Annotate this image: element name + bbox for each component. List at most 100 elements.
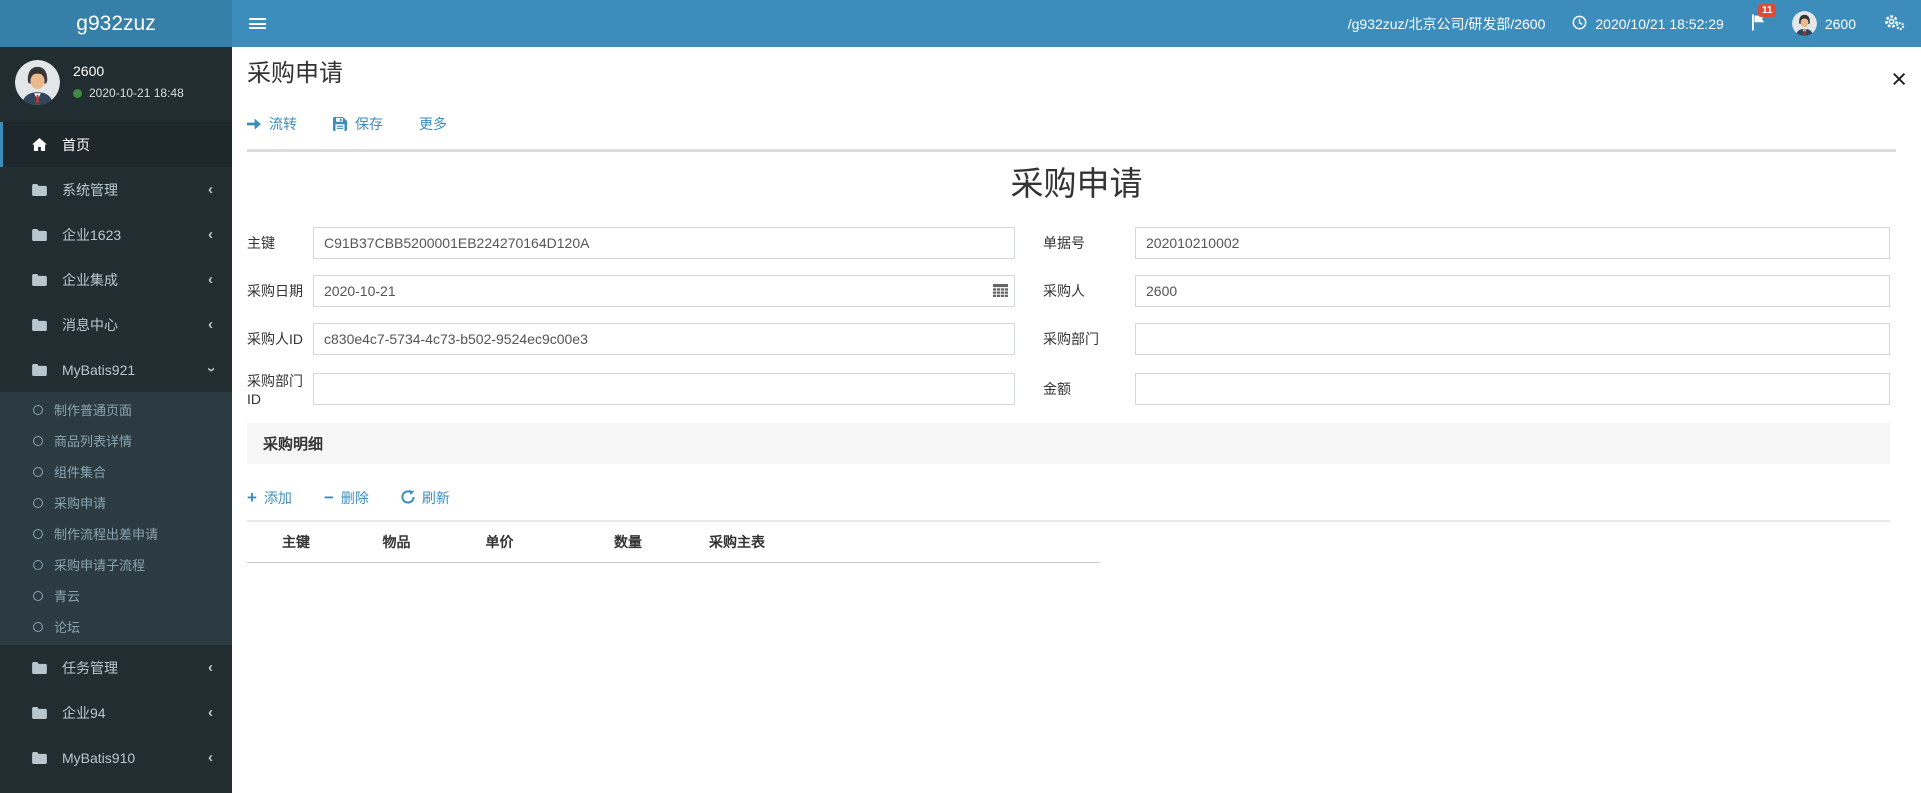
main-content: 采购申请 × 流转 保存 更多 采购申请 主键 C91B37CBB5200001… <box>232 47 1921 793</box>
doc-number-field[interactable] <box>1135 227 1890 259</box>
calendar-icon[interactable] <box>993 284 1008 301</box>
purchase-dept-field[interactable] <box>1135 323 1890 355</box>
sidebar-toggle-button[interactable] <box>232 0 283 47</box>
chevron-left-icon: ‹ <box>208 180 213 198</box>
primary-key-field[interactable] <box>313 227 1015 259</box>
app-window: g932zuz /g932zuz/北京公司/研发部/2600 2020/10/2… <box>0 0 1921 793</box>
toolbar-label: 流转 <box>269 116 297 132</box>
user-menu-button[interactable]: 2600 <box>1791 11 1856 36</box>
delete-row-button[interactable]: − 删除 <box>324 488 369 508</box>
column-header-master-table: 采购主表 <box>709 534 765 550</box>
purchaser-id-field[interactable] <box>313 323 1015 355</box>
content-header: 采购申请 × <box>232 47 1921 93</box>
refresh-button[interactable]: 刷新 <box>401 488 450 508</box>
field-label-purchase-dept-id: 采购部门ID <box>247 373 303 407</box>
submenu-item-qingyun[interactable]: 青云 <box>0 580 232 611</box>
button-label: 删除 <box>340 490 369 506</box>
field-label-purchase-date: 采购日期 <box>247 283 303 299</box>
submenu-item-purchase-subflow[interactable]: 采购申请子流程 <box>0 549 232 580</box>
hamburger-icon <box>249 16 266 32</box>
save-icon <box>333 117 347 131</box>
breadcrumb: /g932zuz/北京公司/研发部/2600 <box>1347 15 1546 32</box>
close-icon[interactable]: × <box>1891 66 1907 93</box>
sidebar-item-enterprise-94[interactable]: 企业94 ‹ <box>0 690 232 735</box>
purchase-dept-id-field[interactable] <box>313 373 1015 405</box>
sidebar-item-system-mgmt[interactable]: 系统管理 ‹ <box>0 167 232 212</box>
arrow-right-icon <box>247 118 261 131</box>
field-label-primary-key: 主键 <box>247 235 275 251</box>
column-header-unit-price: 单价 <box>485 534 514 550</box>
save-button[interactable]: 保存 <box>333 114 383 134</box>
circle-icon <box>33 621 43 632</box>
button-label: 刷新 <box>421 490 450 506</box>
chevron-down-icon: ‹ <box>202 366 219 372</box>
folder-icon <box>32 318 54 331</box>
folder-icon <box>32 183 54 196</box>
submenu-item-business-trip-flow[interactable]: 制作流程出差申请 <box>0 518 232 549</box>
detail-grid-header: 主键 物品 单价 数量 采购主表 <box>247 522 1100 563</box>
submenu-item-label: 商品列表详情 <box>54 434 133 449</box>
app-logo[interactable]: g932zuz <box>0 0 232 47</box>
sidebar-item-label: 系统管理 <box>62 181 118 198</box>
flow-transfer-button[interactable]: 流转 <box>247 114 297 134</box>
column-header-primary-key: 主键 <box>282 534 310 550</box>
add-row-button[interactable]: + 添加 <box>247 488 292 508</box>
folder-icon <box>32 228 54 241</box>
minus-icon: − <box>323 488 334 507</box>
sidebar-menu: 首页 系统管理 ‹ 企业1623 ‹ 企业集成 ‹ 消息中心 ‹ MyBatis… <box>0 122 232 780</box>
form-row: 采购部门ID 金额 <box>247 371 1890 407</box>
sidebar-status-time: 2020-10-21 18:48 <box>89 86 184 100</box>
form-toolbar: 流转 保存 更多 <box>232 114 1921 134</box>
submenu-item-make-normal-page[interactable]: 制作普通页面 <box>0 394 232 425</box>
sidebar-item-message-center[interactable]: 消息中心 ‹ <box>0 302 232 347</box>
sidebar-item-label: 企业集成 <box>62 271 118 288</box>
chevron-left-icon: ‹ <box>208 703 213 721</box>
toolbar-label: 保存 <box>355 116 383 132</box>
folder-icon <box>32 751 54 764</box>
sidebar-item-mybatis921[interactable]: MyBatis921 ‹ <box>0 347 232 392</box>
gears-icon <box>1883 13 1905 34</box>
more-button[interactable]: 更多 <box>419 114 447 134</box>
column-header-quantity: 数量 <box>614 534 642 550</box>
sidebar-item-mybatis910[interactable]: MyBatis910 ‹ <box>0 735 232 780</box>
detail-toolbar: + 添加 − 删除 刷新 <box>247 488 1921 508</box>
submenu-item-label: 青云 <box>54 589 81 604</box>
amount-field[interactable] <box>1135 373 1890 405</box>
notifications-button[interactable]: 11 <box>1751 3 1777 34</box>
chevron-left-icon: ‹ <box>208 270 213 288</box>
sidebar-user-status[interactable]: 2020-10-21 18:48 <box>73 86 184 100</box>
submenu-item-goods-list-detail[interactable]: 商品列表详情 <box>0 425 232 456</box>
sidebar-item-enterprise-1623[interactable]: 企业1623 ‹ <box>0 212 232 257</box>
purchaser-field[interactable] <box>1135 275 1890 307</box>
submenu-item-label: 论坛 <box>54 620 81 635</box>
chevron-left-icon: ‹ <box>208 658 213 676</box>
button-label: 添加 <box>263 490 292 506</box>
submenu-item-component-collection[interactable]: 组件集合 <box>0 456 232 487</box>
submenu-item-label: 制作普通页面 <box>54 403 133 418</box>
circle-icon <box>33 590 43 601</box>
column-header-item: 物品 <box>382 534 411 550</box>
purchase-date-field[interactable] <box>313 275 1015 307</box>
form-title: 采购申请 <box>1010 165 1143 202</box>
form-row: 主键 单据号 <box>247 227 1890 259</box>
folder-icon <box>32 273 54 286</box>
sidebar-item-enterprise-integration[interactable]: 企业集成 ‹ <box>0 257 232 302</box>
folder-icon <box>32 706 54 719</box>
field-label-purchaser-id: 采购人ID <box>247 331 303 347</box>
field-label-purchaser: 采购人 <box>1043 283 1085 299</box>
sidebar-item-label: 任务管理 <box>62 659 118 676</box>
submenu-item-forum[interactable]: 论坛 <box>0 611 232 642</box>
sidebar-submenu-mybatis921: 制作普通页面 商品列表详情 组件集合 采购申请 制作流程出差申请 采购申请子流程… <box>0 392 232 645</box>
navbar-username: 2600 <box>1824 15 1856 32</box>
sidebar-item-home[interactable]: 首页 <box>0 122 232 167</box>
submenu-item-label: 制作流程出差申请 <box>54 527 159 542</box>
circle-icon <box>33 466 43 477</box>
sidebar-item-label: 企业1623 <box>62 226 122 243</box>
circle-icon <box>33 528 43 539</box>
settings-button[interactable] <box>1883 13 1905 34</box>
submenu-item-purchase-request[interactable]: 采购申请 <box>0 487 232 518</box>
sidebar-item-task-mgmt[interactable]: 任务管理 ‹ <box>0 645 232 690</box>
online-status-icon <box>73 88 82 98</box>
user-avatar <box>1791 11 1817 36</box>
folder-icon <box>32 363 54 376</box>
